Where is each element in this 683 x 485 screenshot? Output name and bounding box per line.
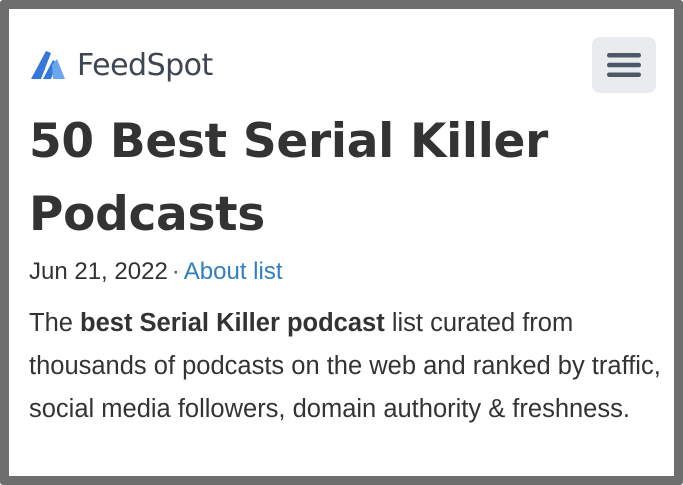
about-list-link[interactable]: About list <box>184 258 283 285</box>
description-prefix: The <box>29 309 81 337</box>
meta-separator: · <box>171 258 180 285</box>
page-title: 50 Best Serial Killer Podcasts <box>29 114 548 242</box>
site-header: FeedSpot <box>29 37 656 95</box>
menu-button[interactable] <box>592 37 656 93</box>
feedspot-logo-icon <box>31 51 65 79</box>
screenshot-frame: FeedSpot 50 Best Serial Killer Podcasts … <box>0 0 683 485</box>
publish-date: Jun 21, 2022 <box>29 258 168 285</box>
article-description: The best Serial Killer podcast list cura… <box>29 302 669 431</box>
feedspot-logo[interactable]: FeedSpot <box>29 45 213 85</box>
hamburger-menu-icon <box>607 53 641 77</box>
logo-text: FeedSpot <box>77 47 213 83</box>
article-meta: Jun 21, 2022 · About list <box>29 257 283 287</box>
description-bold: best Serial Killer podcast <box>80 309 385 337</box>
